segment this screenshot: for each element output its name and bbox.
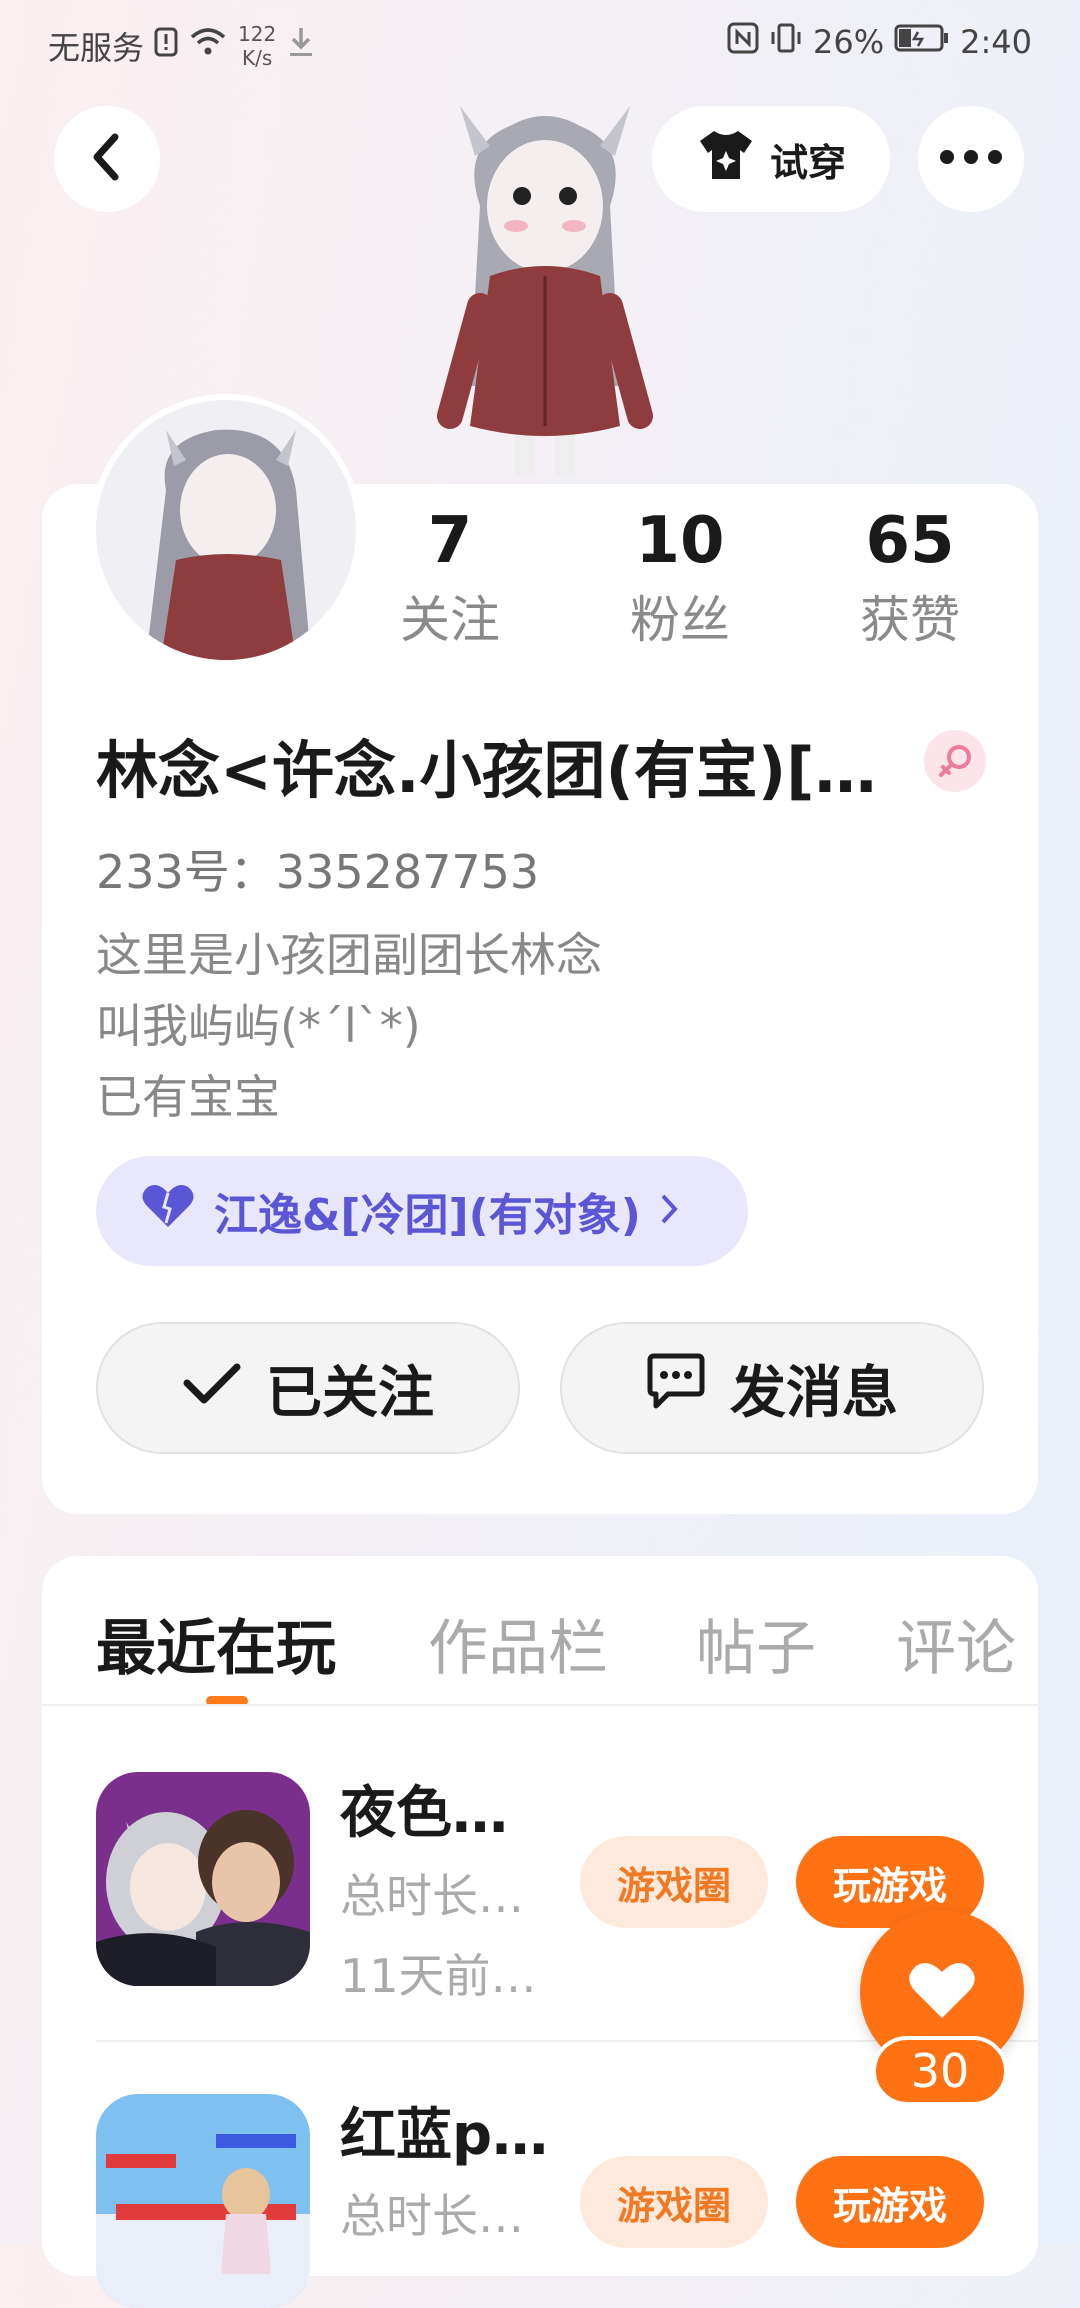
- stat-following[interactable]: 7 关注: [350, 504, 550, 652]
- status-bar: 无服务 122 K/s 26% 2:40: [0, 0, 1080, 86]
- game-circle-button[interactable]: 游戏圈: [580, 1836, 768, 1928]
- heart-icon: [140, 1183, 196, 1240]
- try-on-label: 试穿: [769, 140, 846, 185]
- battery-icon: [894, 23, 950, 61]
- carrier-label: 无服务: [48, 29, 145, 67]
- follow-label: 已关注: [266, 1360, 434, 1426]
- message-label: 发消息: [730, 1360, 898, 1426]
- game-icon[interactable]: [96, 1772, 310, 1986]
- chevron-right-icon: [659, 1186, 679, 1237]
- stat-value: 65: [865, 504, 955, 578]
- bio-line: 这里是小孩团副团长林念: [96, 928, 602, 982]
- game-title: 红蓝p…: [340, 2103, 549, 2168]
- stat-label: 关注: [400, 591, 500, 649]
- stat-label: 粉丝: [630, 591, 730, 649]
- couple-label: 江逸&[冷团](有对象): [214, 1190, 641, 1241]
- message-button[interactable]: 发消息: [560, 1322, 984, 1454]
- female-gender-icon: [924, 730, 986, 792]
- profile-name: 林念<许念.小孩团(有宝)[…: [96, 734, 877, 807]
- tab-divider: [42, 1704, 1038, 1706]
- tab-works[interactable]: 作品栏: [428, 1600, 608, 1687]
- download-icon: [286, 25, 316, 67]
- bio-line: 叫我屿屿(*´l`*): [96, 999, 421, 1053]
- try-on-button[interactable]: 试穿: [652, 106, 890, 212]
- follow-button[interactable]: 已关注: [96, 1322, 520, 1454]
- battery-percent: 26%: [813, 23, 885, 61]
- heart-icon: [907, 1960, 977, 2024]
- stat-value: 10: [635, 504, 725, 578]
- couple-link[interactable]: 江逸&[冷团](有对象): [96, 1156, 748, 1266]
- bio: 这里是小孩团副团长林念 叫我屿屿(*´l`*) 已有宝宝: [96, 920, 602, 1133]
- stat-likes[interactable]: 65 获赞: [810, 504, 1010, 652]
- game-last-played: 11天前…: [340, 1949, 537, 2003]
- nfc-icon: [727, 22, 759, 62]
- back-button[interactable]: [54, 106, 160, 212]
- user-id: 233号：335287753: [96, 845, 540, 899]
- wifi-icon: [188, 27, 228, 65]
- tshirt-icon: [696, 127, 756, 192]
- more-dots-icon: [939, 149, 1003, 169]
- game-title: 夜色…: [340, 1781, 508, 1846]
- tab-recently-played[interactable]: 最近在玩: [96, 1600, 336, 1687]
- sim-alert-icon: [154, 27, 178, 65]
- stat-value: 7: [427, 504, 473, 578]
- vibrate-icon: [769, 22, 803, 62]
- like-count: 30: [872, 2036, 1008, 2106]
- play-game-button[interactable]: 玩游戏: [796, 2156, 984, 2248]
- net-speed: 122 K/s: [238, 22, 277, 70]
- avatar-3d-figure: [420, 86, 670, 486]
- game-circle-button[interactable]: 游戏圈: [580, 2156, 768, 2248]
- back-arrow-icon: [87, 131, 127, 187]
- more-button[interactable]: [918, 106, 1024, 212]
- game-playtime: 总时长…: [340, 2189, 524, 2243]
- stat-followers[interactable]: 10 粉丝: [580, 504, 780, 652]
- chat-bubble-icon: [646, 1352, 706, 1424]
- check-icon: [182, 1356, 242, 1421]
- stat-label: 获赞: [860, 591, 960, 649]
- bio-line: 已有宝宝: [96, 1070, 280, 1124]
- avatar[interactable]: [96, 400, 356, 660]
- tab-comments[interactable]: 评论: [896, 1600, 1016, 1687]
- clock: 2:40: [960, 23, 1032, 61]
- tab-posts[interactable]: 帖子: [696, 1600, 816, 1687]
- game-icon[interactable]: [96, 2094, 310, 2308]
- game-playtime: 总时长…: [340, 1869, 524, 1923]
